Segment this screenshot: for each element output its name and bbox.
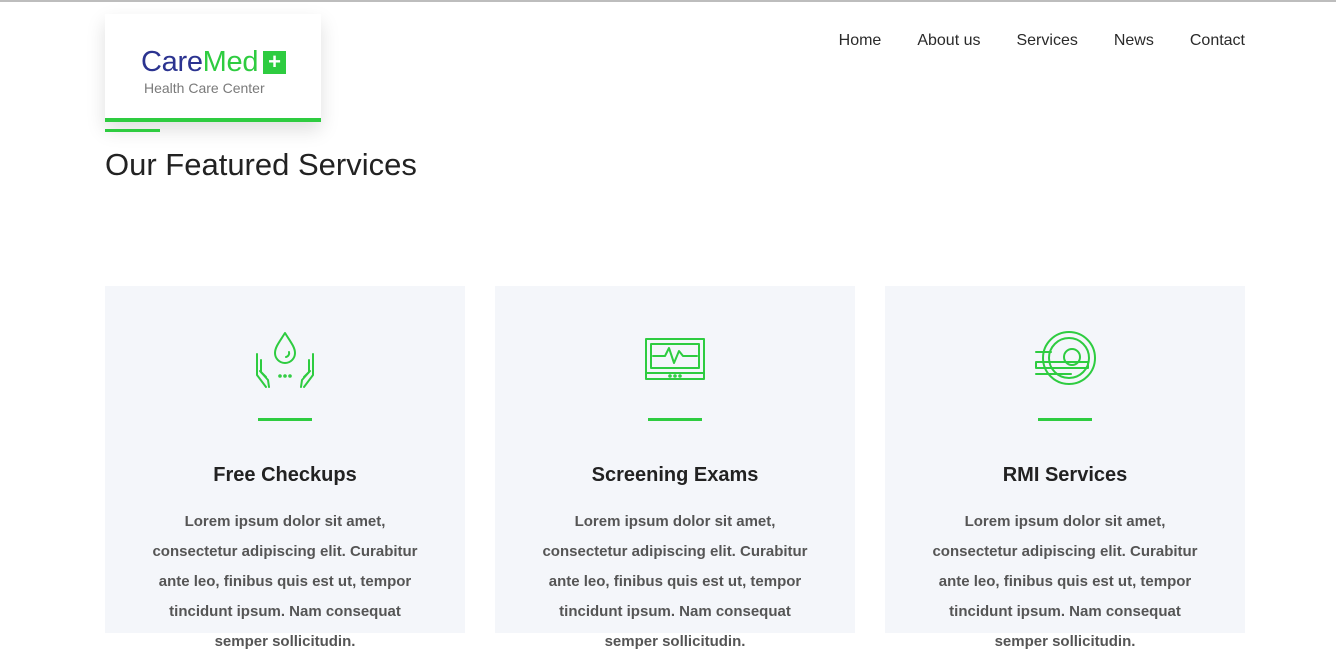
section-title-accent — [105, 129, 160, 132]
logo-plus-icon: + — [263, 51, 286, 74]
card-description: Lorem ipsum dolor sit amet, consectetur … — [932, 513, 1198, 650]
card-description: Lorem ipsum dolor sit amet, consectetur … — [152, 513, 418, 650]
logo-tagline: Health Care Center — [144, 80, 265, 96]
logo-wordmark: CareMed — [141, 46, 258, 78]
mri-scanner-icon — [1035, 331, 1096, 385]
service-card-rmi-services[interactable]: RMI Services Lorem ipsum dolor sit amet,… — [885, 286, 1245, 650]
nav-item-home[interactable]: Home — [839, 31, 882, 51]
card-divider — [648, 418, 702, 421]
main-nav: Home About us Services News Contact — [839, 31, 1245, 51]
nav-item-services[interactable]: Services — [1016, 31, 1077, 51]
logo-text-care: Care — [141, 46, 203, 78]
water-drop-hands-icon — [256, 332, 314, 388]
card-title: Free Checkups — [213, 464, 357, 486]
card-divider — [258, 418, 312, 421]
nav-item-news[interactable]: News — [1114, 31, 1154, 51]
nav-item-about-us[interactable]: About us — [917, 31, 980, 51]
logo[interactable]: CareMed + Health Care Center — [105, 14, 321, 122]
heart-monitor-icon — [645, 338, 705, 380]
service-card-free-checkups[interactable]: Free Checkups Lorem ipsum dolor sit amet… — [105, 286, 465, 650]
service-card-screening-exams[interactable]: Screening Exams Lorem ipsum dolor sit am… — [495, 286, 855, 650]
card-title: RMI Services — [1002, 464, 1128, 486]
section-title: Our Featured Services — [105, 147, 417, 182]
top-border — [0, 0, 1336, 2]
card-title: Screening Exams — [591, 464, 759, 486]
logo-text-med: Med — [202, 46, 259, 78]
nav-item-contact[interactable]: Contact — [1190, 31, 1245, 51]
card-divider — [1038, 418, 1092, 421]
card-description: Lorem ipsum dolor sit amet, consectetur … — [542, 513, 808, 650]
